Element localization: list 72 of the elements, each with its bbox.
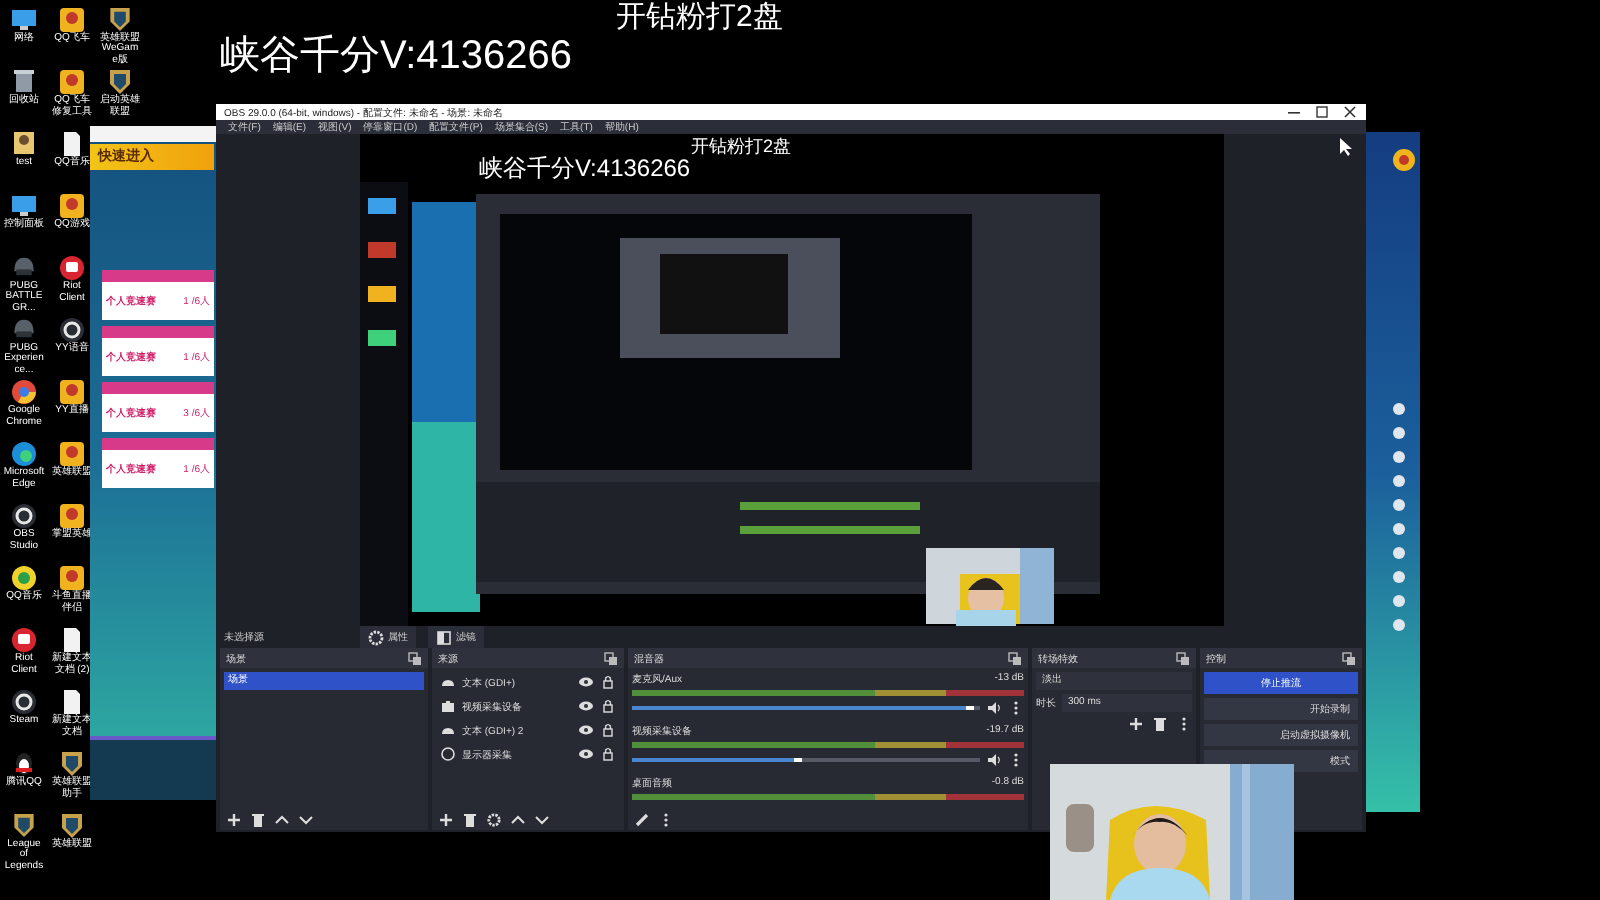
gear-icon[interactable] (486, 811, 502, 827)
eye-icon[interactable] (578, 746, 594, 762)
game-icon[interactable] (58, 6, 86, 34)
monitor-icon[interactable] (10, 192, 38, 220)
cursor-icon (1340, 138, 1352, 156)
undock-icon[interactable] (604, 651, 618, 665)
person-icon[interactable] (10, 130, 38, 158)
game-icon[interactable] (58, 192, 86, 220)
shield-icon[interactable] (106, 68, 134, 96)
chat-panel (90, 736, 220, 800)
undock-icon[interactable] (408, 651, 422, 665)
game-icon[interactable] (58, 564, 86, 592)
ring-icon[interactable] (10, 688, 38, 716)
chevron-up-icon[interactable] (510, 811, 526, 827)
note-icon[interactable] (10, 564, 38, 592)
helmet-icon[interactable] (10, 254, 38, 281)
eye-icon[interactable] (578, 674, 594, 690)
fist-icon[interactable] (10, 626, 38, 654)
trash-icon[interactable] (1152, 716, 1168, 732)
camera-icon (440, 698, 456, 714)
chevron-down-icon[interactable] (534, 811, 550, 827)
helmet-icon[interactable] (10, 316, 38, 343)
add-icon[interactable] (438, 811, 454, 827)
fist-icon[interactable] (58, 254, 86, 282)
game-icon[interactable] (58, 378, 86, 406)
undock-icon[interactable] (1342, 651, 1356, 665)
eye-icon[interactable] (578, 698, 594, 714)
maximize-icon[interactable] (1314, 104, 1330, 120)
overlay-text: 峡谷千分V:4136266 (479, 152, 691, 186)
wave-icon[interactable] (10, 440, 38, 468)
text-icon (440, 722, 456, 738)
overlay-text: 峡谷千分V:4136266 (220, 32, 573, 82)
shield-icon[interactable] (58, 750, 86, 778)
speaker-icon[interactable] (986, 700, 1002, 716)
overlay-text: 开钻粉打2盘 (691, 134, 792, 160)
ring-icon[interactable] (10, 502, 38, 530)
document-icon[interactable] (58, 130, 86, 158)
lock-icon[interactable] (600, 674, 616, 690)
game-icon[interactable] (58, 440, 86, 468)
document-icon[interactable] (58, 626, 86, 654)
eye-icon[interactable] (578, 722, 594, 738)
shield-icon[interactable] (58, 812, 86, 840)
monitor-icon[interactable] (10, 6, 38, 34)
text-icon (440, 674, 456, 690)
display-icon (440, 746, 456, 762)
game-icon[interactable] (58, 68, 86, 96)
trash-icon[interactable] (10, 68, 38, 96)
coin-icon[interactable] (1392, 148, 1416, 172)
game-icon[interactable] (58, 502, 86, 530)
overlay-text: 开钻粉打2盘 (616, 0, 783, 36)
shield-icon[interactable] (10, 812, 38, 839)
undock-icon[interactable] (1176, 651, 1190, 665)
penguin-icon[interactable] (10, 750, 38, 778)
trash-icon[interactable] (462, 811, 478, 827)
title-bar (90, 126, 220, 142)
filter-icon (436, 629, 452, 645)
gear-icon (368, 629, 384, 645)
speaker-icon[interactable] (986, 752, 1002, 768)
add-icon[interactable] (1128, 716, 1144, 732)
document-icon[interactable] (58, 688, 86, 716)
undock-icon[interactable] (1008, 651, 1022, 665)
ring-icon[interactable] (58, 316, 86, 344)
add-icon[interactable] (226, 811, 242, 827)
lock-icon[interactable] (600, 746, 616, 762)
lock-icon[interactable] (600, 722, 616, 738)
trash-icon[interactable] (250, 811, 266, 827)
browser-icon[interactable] (10, 378, 38, 406)
shield-icon[interactable] (106, 6, 134, 33)
chevron-down-icon[interactable] (298, 811, 314, 827)
chevron-up-icon[interactable] (274, 811, 290, 827)
close-icon[interactable] (1342, 104, 1358, 120)
lock-icon[interactable] (600, 698, 616, 714)
